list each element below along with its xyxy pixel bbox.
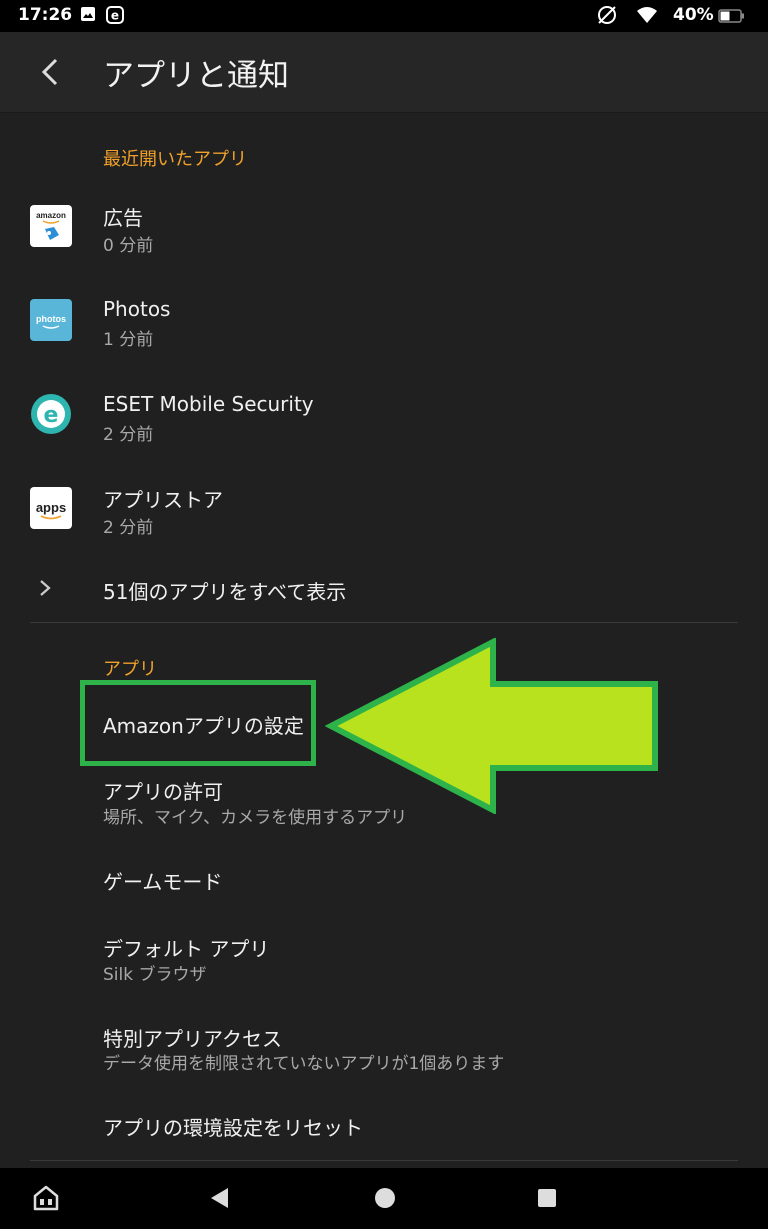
e-badge-icon: e	[106, 6, 124, 29]
battery-icon	[718, 8, 746, 29]
image-icon	[80, 6, 96, 27]
status-bar: 17:26 e 40%	[0, 0, 768, 32]
navigation-bar	[0, 1168, 768, 1229]
wifi-icon	[634, 5, 660, 30]
chevron-right-icon	[38, 578, 52, 602]
photos-icon: photos	[30, 299, 72, 341]
show-all-apps[interactable]: 51個のアプリをすべて表示	[0, 560, 768, 616]
page-title: アプリと通知	[103, 58, 289, 94]
app-last-used: 0 分前	[103, 236, 154, 256]
battery-percent: 40%	[673, 5, 714, 25]
section-title-recent: 最近開いたアプリ	[103, 149, 247, 170]
svg-text:e: e	[44, 403, 59, 428]
pointer-arrow-icon	[324, 637, 661, 818]
reset-app-preferences[interactable]: アプリの環境設定をリセット	[0, 1094, 768, 1156]
svg-text:e: e	[111, 9, 119, 23]
app-last-used: 1 分前	[103, 330, 154, 350]
home-circle-icon[interactable]	[374, 1187, 396, 1213]
back-arrow-icon[interactable]	[36, 54, 66, 90]
item-summary: データ使用を制限されていないアプリが1個あります	[103, 1054, 505, 1074]
item-label: ゲームモード	[103, 870, 223, 894]
svg-text:photos: photos	[36, 314, 66, 324]
highlight-box	[80, 680, 316, 766]
back-triangle-icon[interactable]	[208, 1186, 232, 1214]
eset-icon: e	[30, 393, 72, 435]
app-name: 広告	[103, 206, 143, 230]
item-summary: Silk ブラウザ	[103, 965, 207, 985]
bottom-divider	[30, 1160, 738, 1161]
no-sim-icon	[596, 4, 618, 31]
game-mode[interactable]: ゲームモード	[0, 846, 768, 912]
show-all-label: 51個のアプリをすべて表示	[103, 580, 347, 604]
app-last-used: 2 分前	[103, 518, 154, 538]
section-divider	[30, 622, 738, 623]
app-name: ESET Mobile Security	[103, 392, 314, 416]
amazon-ads-icon: amazon	[30, 205, 72, 247]
item-label: 特別アプリアクセス	[103, 1027, 282, 1051]
recent-app-appstore[interactable]: apps アプリストア 2 分前	[0, 474, 768, 554]
default-apps[interactable]: デフォルト アプリ Silk ブラウザ	[0, 922, 768, 992]
section-title-apps: アプリ	[103, 659, 157, 680]
svg-text:apps: apps	[36, 500, 66, 515]
svg-text:amazon: amazon	[36, 211, 66, 220]
recent-app-eset[interactable]: e ESET Mobile Security 2 分前	[0, 380, 768, 460]
item-label: デフォルト アプリ	[103, 937, 270, 961]
recent-app-ads[interactable]: amazon 広告 0 分前	[0, 190, 768, 270]
special-app-access[interactable]: 特別アプリアクセス データ使用を制限されていないアプリが1個あります	[0, 1012, 768, 1082]
app-name: アプリストア	[103, 488, 223, 512]
item-label: アプリの許可	[103, 780, 223, 804]
recents-square-icon[interactable]	[537, 1188, 557, 1212]
app-name: Photos	[103, 297, 171, 321]
app-last-used: 2 分前	[103, 425, 154, 445]
status-time: 17:26	[18, 5, 73, 25]
recent-app-photos[interactable]: photos Photos 1 分前	[0, 285, 768, 365]
item-label: アプリの環境設定をリセット	[103, 1116, 363, 1140]
appstore-icon: apps	[30, 487, 72, 529]
home-icon[interactable]	[32, 1184, 60, 1216]
app-bar: アプリと通知	[0, 32, 768, 113]
